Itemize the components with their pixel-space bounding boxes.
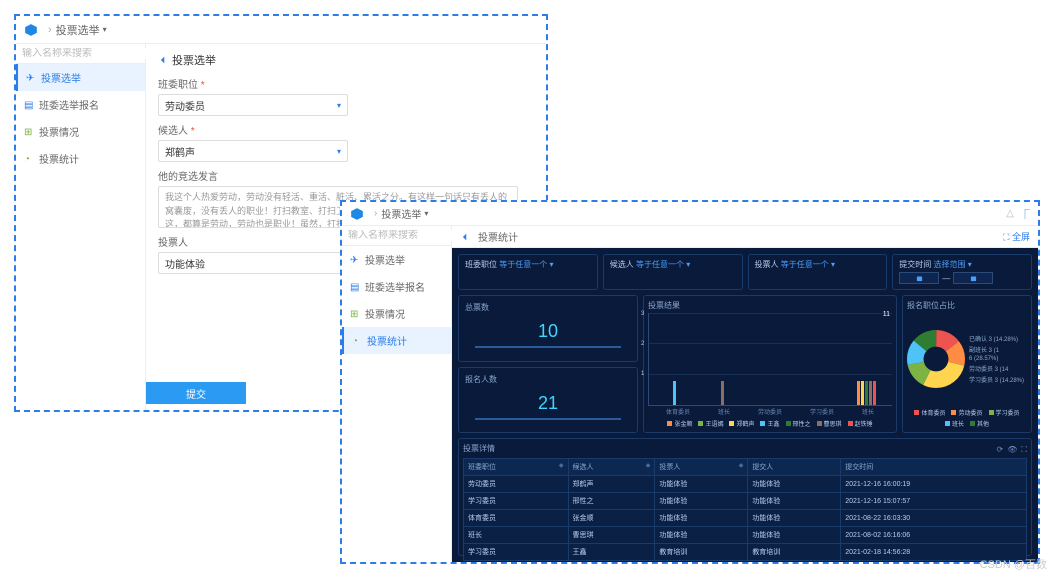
filter-candidate[interactable]: 候选人 等于任意一个 ▾ [603, 254, 743, 290]
pie-svg [907, 330, 965, 388]
nav-stats[interactable]: ◔投票统计 [16, 145, 145, 172]
candidate-select[interactable]: 郑鹤声▾ [158, 140, 348, 162]
pie-legend: 体育委员 劳动委员 学习委员 班长 其他 [907, 408, 1027, 428]
col-voter[interactable]: 投票人◆ [655, 459, 748, 476]
details-table: 班委职位◆ 候选人◆ 投票人◆ 提交人 提交时间 劳动委员郑鹤声功能体验功能体验… [463, 458, 1027, 561]
bar-legend: 张金顺 王语嫣 郑鹤声 王鑫 邢性之 曹思琪 赵铁锤 [648, 419, 892, 428]
paper-plane-icon: ✈ [26, 73, 36, 83]
chevron-down-icon: ▾ [337, 101, 341, 110]
sidebar: ✈投票选举 ▤班委选举报名 ⊞投票情况 ◔投票统计 [16, 44, 146, 410]
search-box [16, 44, 145, 64]
pie-chart: 报名职位占比 已确认 3 (14.28%) [902, 295, 1032, 433]
chevron-down-icon: ▾ [337, 147, 341, 156]
table-row[interactable]: 学习委员王鑫教育培训教育培训2021-02-18 14:56:28 [464, 544, 1027, 561]
position-label: 班委职位 * [158, 76, 534, 91]
form-icon: ▤ [24, 100, 34, 110]
avatar-icon[interactable]: ⎾ [1020, 206, 1030, 221]
dashboard-main: 投票统计 ⛶ 全屏 班委职位 等于任意一个 ▾ 候选人 等于任意一个 ▾ 投票人… [452, 226, 1038, 562]
table-row[interactable]: 班长曹思琪功能体验功能体验2021-08-02 16:16:06 [464, 527, 1027, 544]
chevron-right-icon: › [374, 208, 377, 219]
calendar-icon [970, 275, 977, 282]
watermark: CSDN @百数 [980, 556, 1047, 572]
col-time[interactable]: 提交时间 [841, 459, 1027, 476]
chart-icon: ◔ [352, 336, 362, 346]
breadcrumb[interactable]: 投票选举 [56, 22, 100, 38]
dashboard-title: 投票统计 [478, 229, 518, 244]
kpi-total: 总票数10 [458, 295, 638, 362]
nav-stats-b[interactable]: ◔投票统计 [342, 327, 451, 354]
bell-icon[interactable]: △ [1006, 208, 1014, 219]
bar-chart: 投票结果 11 1 2 3 [643, 295, 897, 433]
refresh-icon[interactable]: ⟳ [997, 445, 1004, 455]
table-icon: ⊞ [350, 309, 360, 319]
table-icon: ⊞ [24, 127, 34, 137]
dropdown-caret-icon[interactable]: ▾ [424, 209, 428, 218]
chart-icon: ◔ [24, 154, 34, 164]
dashboard-panel: › 投票选举 ▾ △ ⎾ ✈投票选举 ▤班委选举报名 ⊞投票情况 ◔投票统计 投… [340, 200, 1040, 564]
nav-signup[interactable]: ▤班委选举报名 [16, 91, 145, 118]
back-icon-b[interactable] [460, 232, 470, 242]
nav-status[interactable]: ⊞投票情况 [16, 118, 145, 145]
search-input[interactable] [22, 48, 154, 59]
breadcrumb[interactable]: 投票选举 [381, 206, 421, 221]
paper-plane-icon: ✈ [350, 255, 360, 265]
eye-icon[interactable]: 👁 [1007, 445, 1017, 455]
kpi-signups: 报名人数21 [458, 367, 638, 434]
breadcrumb-bar-b: › 投票选举 ▾ △ ⎾ [342, 202, 1038, 226]
dashboard: 班委职位 等于任意一个 ▾ 候选人 等于任意一个 ▾ 投票人 等于任意一个 ▾ … [452, 248, 1038, 562]
cube-icon [350, 207, 364, 221]
speech-label: 他的竞选发言 [158, 168, 534, 183]
filter-date[interactable]: 提交时间 选择范围 ▾ — [892, 254, 1032, 290]
nav-vote-b[interactable]: ✈投票选举 [342, 246, 451, 273]
form-icon: ▤ [350, 282, 360, 292]
fullscreen-button[interactable]: ⛶ 全屏 [1003, 230, 1030, 243]
col-candidate[interactable]: 候选人◆ [568, 459, 655, 476]
filter-position[interactable]: 班委职位 等于任意一个 ▾ [458, 254, 598, 290]
search-box-b [342, 226, 451, 246]
col-submitter[interactable]: 提交人 [748, 459, 841, 476]
back-icon[interactable] [158, 55, 168, 65]
table-row[interactable]: 劳动委员郑鹤声功能体验功能体验2021-12-16 16:00:19 [464, 476, 1027, 493]
sidebar-b: ✈投票选举 ▤班委选举报名 ⊞投票情况 ◔投票统计 [342, 226, 452, 562]
table-card: 投票详情 ⟳ 👁 ⛶ 班委职位◆ 候选人◆ 投票人◆ 提交人 [458, 438, 1032, 556]
filter-voter[interactable]: 投票人 等于任意一个 ▾ [748, 254, 888, 290]
nav-signup-b[interactable]: ▤班委选举报名 [342, 273, 451, 300]
form-title: 投票选举 [172, 52, 216, 68]
cube-icon [24, 23, 38, 37]
bar-chart-area: 11 1 2 3 [648, 313, 892, 406]
table-toolbar: ⟳ 👁 ⛶ [997, 445, 1027, 455]
col-position[interactable]: 班委职位◆ [464, 459, 569, 476]
dropdown-caret-icon[interactable]: ▾ [103, 25, 107, 34]
calendar-icon [916, 275, 923, 282]
nav-vote[interactable]: ✈投票选举 [16, 64, 145, 91]
chevron-right-icon: › [48, 24, 52, 36]
candidate-label: 候选人 * [158, 122, 534, 137]
nav-status-b[interactable]: ⊞投票情况 [342, 300, 451, 327]
filter-row: 班委职位 等于任意一个 ▾ 候选人 等于任意一个 ▾ 投票人 等于任意一个 ▾ … [458, 254, 1032, 290]
breadcrumb-bar: › 投票选举 ▾ [16, 16, 546, 44]
submit-button[interactable]: 提交 [146, 382, 246, 404]
position-select[interactable]: 劳动委员▾ [158, 94, 348, 116]
table-title: 投票详情 [463, 443, 495, 454]
table-row[interactable]: 学习委员邢性之功能体验功能体验2021-12-16 15:07:57 [464, 493, 1027, 510]
table-row[interactable]: 体育委员张金顺功能体验功能体验2021-08-22 16:03:30 [464, 510, 1027, 527]
expand-icon[interactable]: ⛶ [1021, 445, 1027, 455]
